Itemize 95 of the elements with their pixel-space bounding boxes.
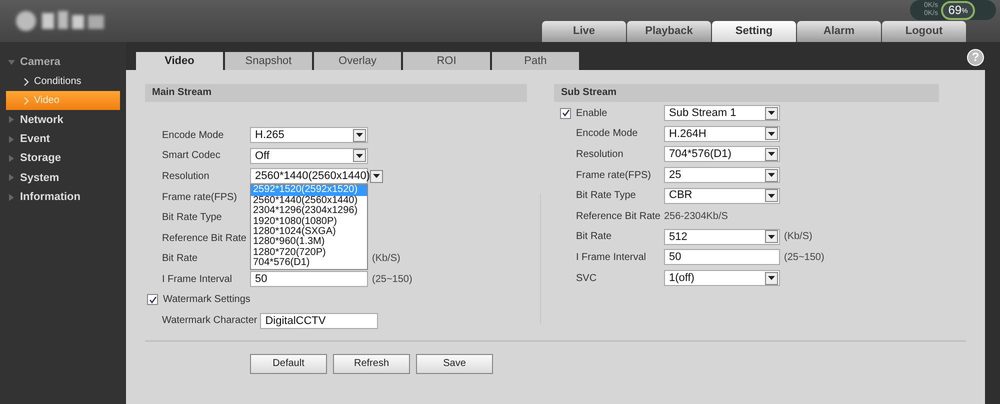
nav-tab[interactable]: Setting [712, 21, 796, 42]
section-header: Main Stream [145, 84, 527, 102]
select-field[interactable]: H.264H [664, 126, 780, 142]
dropdown-option[interactable]: 1280*1024(SXGA) [251, 227, 367, 238]
field-label: I Frame Interval [576, 250, 648, 265]
checkbox[interactable] [147, 294, 158, 306]
caret-icon [768, 194, 775, 198]
triangle-right-icon [8, 116, 15, 124]
dropdown-button[interactable] [765, 272, 778, 285]
nav-tab[interactable]: Logout [882, 21, 966, 42]
dropdown-button[interactable] [370, 170, 383, 183]
dropdown-option[interactable]: 1920*1080(1080P) [251, 216, 367, 228]
caret-icon [768, 111, 775, 116]
dropdown-button[interactable] [765, 106, 778, 120]
dropdown-button[interactable] [765, 127, 778, 140]
input-field[interactable]: DigitalCCTV [260, 312, 378, 329]
nav-tab[interactable]: Alarm [797, 21, 881, 42]
field-label: Bit Rate [162, 252, 199, 266]
tab[interactable]: Overlay [314, 52, 401, 70]
sidebar-item[interactable]: Conditions [6, 72, 120, 92]
sidebar-group[interactable]: Storage [0, 148, 126, 168]
field-label: SVC [576, 272, 598, 286]
sidebar-group[interactable]: Information [0, 187, 126, 207]
select-field[interactable]: H.265 [250, 127, 368, 144]
select-field[interactable]: Off [250, 148, 368, 164]
field-label: Frame rate(FPS) [576, 168, 652, 183]
dropdown-button[interactable] [765, 230, 778, 244]
caret-icon [373, 174, 380, 178]
triangle-right-icon [8, 194, 15, 201]
checkbox-label: Enable [576, 106, 608, 121]
nav-tab[interactable]: Live [542, 21, 626, 42]
field-label: Reference Bit Rate [162, 232, 248, 246]
select-field[interactable]: 704*576(D1) [664, 146, 780, 162]
dropdown-button[interactable] [353, 149, 366, 162]
select-field[interactable]: 1(off) [664, 270, 780, 286]
reference-value: 256-2304Kb/S [664, 210, 728, 224]
dropdown-option[interactable]: 704*576(D1) [251, 258, 367, 269]
select-field[interactable]: Sub Stream 1 [664, 105, 780, 122]
sidebar-group[interactable]: System [0, 168, 126, 188]
tab[interactable]: Snapshot [225, 52, 312, 70]
triangle-right-icon [8, 174, 15, 182]
checkbox-label: Watermark Settings [163, 293, 250, 308]
checkbox[interactable] [560, 108, 571, 119]
action-button[interactable]: Save [416, 354, 493, 374]
field-label: I Frame Interval [162, 272, 234, 287]
field-label: Frame rate(FPS) [162, 190, 238, 205]
caret-icon [768, 276, 775, 280]
select-field[interactable]: 25 [664, 167, 780, 184]
select-field[interactable]: 512 [664, 228, 780, 245]
triangle-right-icon [8, 136, 15, 143]
nav-tab[interactable]: Playback [627, 21, 711, 42]
tab[interactable]: Video [136, 52, 223, 70]
triangle-right-icon [8, 155, 15, 162]
dropdown-button[interactable] [765, 148, 778, 161]
sidebar-group[interactable]: Event [0, 130, 126, 149]
dropdown-option[interactable]: 2560*1440(2560x1440) [251, 196, 367, 206]
field-label: Bit Rate Type [576, 189, 637, 204]
dropdown-button[interactable] [765, 189, 778, 202]
chevron-icon [24, 96, 29, 105]
dropdown-option[interactable]: 1280*720(720P) [251, 248, 367, 258]
field-label: Smart Codec [162, 149, 222, 164]
tab[interactable]: Path [492, 52, 579, 70]
caret-icon [768, 234, 775, 239]
chevron-icon [24, 78, 29, 86]
caret-icon [768, 132, 775, 136]
select-field[interactable]: CBR [664, 188, 780, 204]
triangle-down-icon [8, 59, 15, 66]
caret-icon [356, 133, 363, 138]
unit-label: (Kb/S) [784, 230, 812, 244]
action-button[interactable]: Default [250, 354, 327, 374]
sidebar-group[interactable]: Network [0, 110, 126, 130]
dropdown-button[interactable] [765, 168, 778, 182]
caret-icon [768, 173, 775, 178]
caret-icon [768, 152, 775, 156]
field-label: Encode Mode [576, 127, 639, 142]
unit-label: (Kb/S) [372, 252, 400, 266]
dropdown-option[interactable]: 1280*960(1.3M) [251, 237, 367, 248]
input-field[interactable]: 50 [664, 249, 780, 266]
field-label: Resolution [576, 148, 624, 162]
unit-label: (25~150) [372, 272, 412, 287]
field-label: Resolution [162, 170, 210, 184]
input-field[interactable]: 50 [250, 271, 368, 288]
tab[interactable]: ROI [403, 52, 490, 70]
sidebar-group[interactable]: Camera [0, 53, 126, 72]
unit-label: (25~150) [784, 250, 824, 265]
dropdown-option[interactable]: 2304*1296(2304x1296) [251, 206, 367, 217]
field-label: Bit Rate Type [162, 211, 223, 226]
dropdown-button[interactable] [353, 128, 366, 142]
caret-icon [356, 154, 363, 158]
field-label: Watermark Character [162, 314, 258, 328]
field-label: Encode Mode [162, 128, 225, 143]
action-button[interactable]: Refresh [333, 354, 410, 374]
section-header: Sub Stream [554, 84, 939, 102]
field-label: Reference Bit Rate [576, 210, 662, 224]
field-label: Bit Rate [576, 230, 613, 244]
